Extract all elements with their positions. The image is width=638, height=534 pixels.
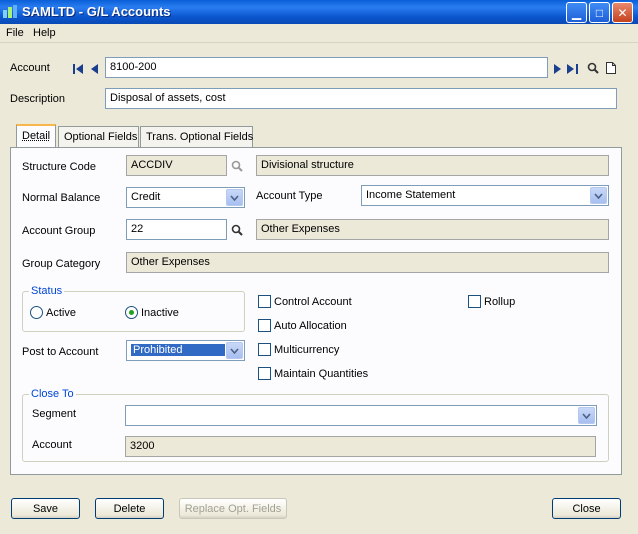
post-to-account-select[interactable]: Prohibited — [126, 340, 245, 361]
auto-allocation-label: Auto Allocation — [274, 320, 347, 332]
account-group-field[interactable]: 22 — [126, 219, 227, 240]
normal-balance-select[interactable]: Credit — [126, 187, 245, 208]
search-icon — [231, 160, 243, 172]
multicurrency-checkbox[interactable] — [258, 343, 271, 356]
close-button[interactable]: Close — [552, 498, 621, 519]
post-to-account-label: Post to Account — [22, 346, 99, 358]
structure-code-field: ACCDIV — [126, 155, 227, 176]
tab-detail-label: Detail — [22, 130, 51, 142]
control-account-label: Control Account — [274, 296, 352, 308]
menu-file[interactable]: File — [6, 27, 24, 39]
close-window-button[interactable]: ✕ — [612, 2, 633, 23]
group-category-label: Group Category — [22, 258, 101, 270]
rollup-checkbox[interactable] — [468, 295, 481, 308]
tab-optional-fields-label: Optional Fields — [64, 131, 138, 143]
chevron-down-icon — [226, 189, 243, 206]
status-group-title: Status — [29, 285, 65, 297]
status-active-label: Active — [46, 307, 76, 319]
first-record-button[interactable] — [72, 62, 84, 76]
account-group-description: Other Expenses — [256, 219, 609, 240]
replace-opt-fields-button[interactable]: Replace Opt. Fields — [179, 498, 287, 519]
tab-trans-optional-fields[interactable]: Trans. Optional Fields — [140, 126, 253, 148]
next-icon — [553, 64, 561, 74]
maximize-button[interactable]: □ — [589, 2, 610, 23]
close-account-field: 3200 — [125, 436, 596, 457]
menu-help[interactable]: Help — [33, 27, 56, 39]
next-record-button[interactable] — [551, 62, 563, 76]
auto-allocation-checkbox[interactable] — [258, 319, 271, 332]
account-type-select[interactable]: Income Statement — [361, 185, 609, 206]
account-type-value: Income Statement — [366, 189, 456, 201]
finder-button[interactable] — [586, 61, 600, 75]
title-bar: SAMLTD - G/L Accounts ▁ □ ✕ — [0, 0, 638, 24]
segment-label: Segment — [32, 408, 77, 420]
window-title: SAMLTD - G/L Accounts — [22, 4, 171, 19]
status-inactive-radio[interactable] — [125, 306, 138, 319]
normal-balance-value: Credit — [131, 191, 161, 203]
maximize-icon: □ — [595, 5, 604, 20]
tab-optional-fields[interactable]: Optional Fields — [58, 126, 139, 148]
normal-balance-label: Normal Balance — [22, 192, 101, 204]
account-type-label: Account Type — [256, 190, 323, 202]
close-to-group-title: Close To — [29, 388, 76, 400]
tab-detail[interactable]: Detail — [16, 124, 56, 148]
search-icon — [231, 224, 243, 236]
new-document-icon — [606, 62, 616, 74]
radio-selected-dot — [129, 310, 134, 315]
maintain-quantities-checkbox[interactable] — [258, 367, 271, 380]
tab-trans-optional-fields-label: Trans. Optional Fields — [146, 131, 254, 143]
close-icon: ✕ — [617, 5, 628, 20]
status-inactive-label: Inactive — [141, 307, 179, 319]
delete-button[interactable]: Delete — [95, 498, 164, 519]
structure-code-description: Divisional structure — [256, 155, 609, 176]
post-to-account-value: Prohibited — [131, 344, 225, 356]
last-icon — [566, 64, 578, 74]
maintain-quantities-label: Maintain Quantities — [274, 368, 369, 380]
account-group-label: Account Group — [22, 225, 96, 237]
status-active-radio[interactable] — [30, 306, 43, 319]
first-icon — [72, 64, 83, 74]
multicurrency-label: Multicurrency — [274, 344, 340, 356]
structure-code-finder — [230, 159, 244, 173]
minimize-icon: ▁ — [571, 5, 582, 20]
control-account-checkbox[interactable] — [258, 295, 271, 308]
app-icon — [3, 5, 17, 18]
chevron-down-icon — [226, 342, 243, 359]
group-category-field: Other Expenses — [126, 252, 609, 273]
account-label: Account — [10, 62, 50, 74]
chevron-down-icon — [578, 407, 595, 424]
structure-code-label: Structure Code — [22, 161, 96, 173]
account-group-finder[interactable] — [230, 223, 244, 237]
description-label: Description — [10, 93, 66, 105]
segment-select[interactable] — [125, 405, 597, 426]
menu-bar: File Help — [0, 25, 638, 43]
chevron-down-icon — [590, 187, 607, 204]
search-icon — [587, 62, 599, 74]
last-record-button[interactable] — [566, 62, 578, 76]
new-record-button[interactable] — [604, 61, 618, 75]
minimize-button[interactable]: ▁ — [566, 2, 587, 23]
close-account-label: Account — [32, 439, 72, 451]
gl-accounts-window: SAMLTD - G/L Accounts ▁ □ ✕ File Help Ac… — [0, 0, 638, 534]
save-button[interactable]: Save — [11, 498, 80, 519]
description-field[interactable]: Disposal of assets, cost — [105, 88, 617, 109]
rollup-label: Rollup — [484, 296, 516, 308]
previous-icon — [90, 64, 98, 74]
previous-record-button[interactable] — [88, 62, 100, 76]
account-field[interactable]: 8100-200 — [105, 57, 548, 78]
